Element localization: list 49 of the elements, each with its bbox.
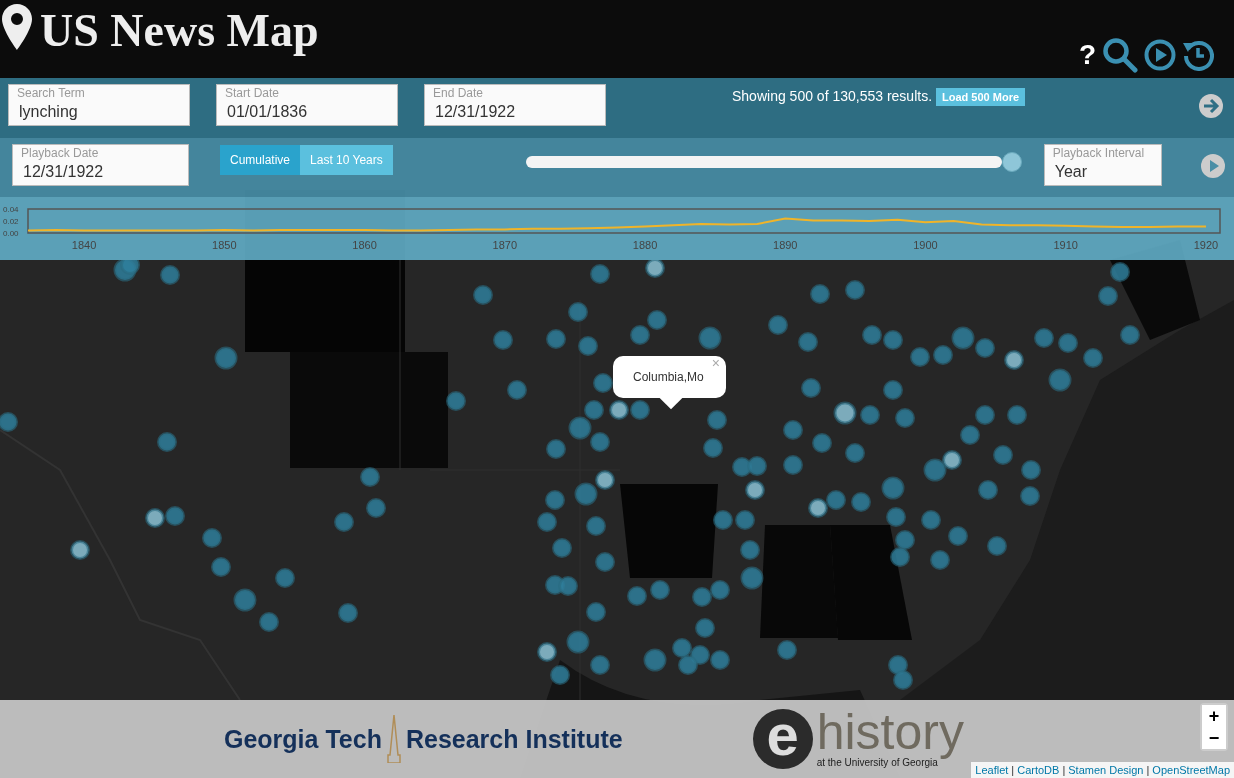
arrow-right-icon[interactable]: [1198, 93, 1224, 119]
x-tick-label: 1900: [913, 239, 938, 251]
x-tick-label: 1920: [1193, 239, 1219, 251]
x-tick-label: 1890: [773, 239, 798, 251]
spire-icon: [385, 715, 402, 763]
x-tick-label: 1860: [352, 239, 377, 251]
separator: |: [1146, 762, 1150, 778]
slider-thumb[interactable]: [1001, 152, 1022, 172]
input-field[interactable]: 12/31/1922: [21, 161, 180, 183]
field-label: Playback Interval: [1052, 146, 1146, 160]
y-tick-label: 0.04: [3, 205, 19, 214]
search-icon[interactable]: [1102, 37, 1138, 73]
results-count: Showing 500 of 130,553 results.: [732, 87, 933, 106]
field-label: Playback Date: [21, 146, 100, 160]
y-tick-label: 0.00: [3, 229, 19, 238]
attribution-link[interactable]: CartoDB: [1017, 761, 1060, 778]
help-icon[interactable]: ?: [1078, 41, 1096, 69]
input-field[interactable]: lynching: [17, 101, 181, 123]
app-title: US News Map: [40, 8, 319, 54]
x-tick-label: 1880: [632, 239, 658, 251]
field-label: Search Term: [17, 86, 86, 100]
text-field[interactable]: Start Date 01/01/1836: [216, 84, 398, 126]
field-label: End Date: [433, 86, 485, 100]
play-icon[interactable]: [1200, 153, 1226, 179]
field-label: Start Date: [225, 86, 281, 100]
play-icon[interactable]: [1144, 39, 1176, 71]
x-tick-label: 1910: [1053, 239, 1078, 251]
separator: |: [1062, 762, 1066, 778]
text-field[interactable]: Playback Date 12/31/1922: [12, 144, 189, 186]
map-pin-icon: [2, 4, 32, 50]
logo-text: Research Institute: [405, 728, 623, 750]
logo-mark: e: [752, 709, 813, 769]
input-field[interactable]: 01/01/1836: [225, 101, 389, 123]
text-field[interactable]: Search Term lynching: [8, 84, 190, 126]
x-tick-label: 1840: [71, 239, 97, 251]
separator: |: [1011, 762, 1015, 778]
attribution-link[interactable]: Leaflet: [975, 761, 1009, 778]
attribution-link[interactable]: Stamen Design: [1068, 761, 1144, 778]
logo-subtitle: at the University of Georgia: [816, 756, 938, 770]
popup-text: Columbia,Mo: [633, 369, 704, 386]
history-icon[interactable]: [1182, 39, 1214, 71]
text-field[interactable]: End Date 12/31/1922: [424, 84, 606, 126]
x-tick-label: 1870: [492, 239, 518, 251]
y-tick-label: 0.02: [3, 217, 19, 226]
input-field[interactable]: Year: [1052, 161, 1153, 183]
input-field[interactable]: 12/31/1922: [433, 101, 597, 123]
text-field[interactable]: Playback Interval Year: [1043, 144, 1162, 186]
x-tick-label: 1850: [212, 239, 237, 251]
attribution-link[interactable]: OpenStreetMap: [1152, 761, 1230, 778]
